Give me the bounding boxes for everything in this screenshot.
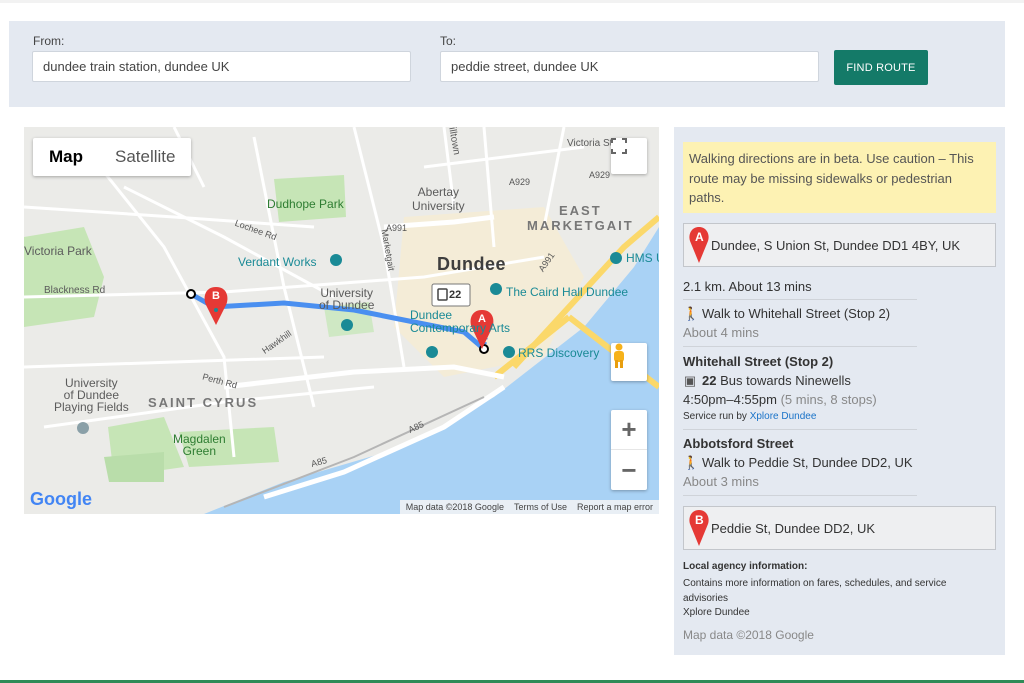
directions-map-data: Map data ©2018 Google xyxy=(683,628,814,642)
bus-detail: (5 mins, 8 stops) xyxy=(780,392,877,407)
label-a929-a: A929 xyxy=(509,177,531,187)
label-dundee: Dundee xyxy=(437,254,507,274)
bus-number: 22 xyxy=(702,373,717,388)
step-walk-1-time: About 4 mins xyxy=(683,325,759,340)
route-summary: 2.1 km. About 13 mins xyxy=(683,279,812,294)
google-logo-text: Google xyxy=(30,489,92,509)
label-verdant-works: Verdant Works xyxy=(238,255,317,269)
divider xyxy=(683,346,917,347)
walk-icon: 🚶 xyxy=(683,306,700,321)
map-data-attribution: Map data ©2018 Google xyxy=(405,502,504,512)
label-dudhope-park: Dudhope Park xyxy=(267,197,344,211)
bus-times: 4:50pm–4:55pm xyxy=(683,392,777,407)
to-input[interactable] xyxy=(440,51,819,82)
zoom-in-button[interactable]: + xyxy=(611,410,647,450)
stop2-title: Abbotsford Street xyxy=(683,436,794,451)
step-walk-2-text: Walk to Peddie St, Dundee DD2, UK xyxy=(702,455,913,470)
service-row: Service run by Xplore Dundee xyxy=(683,411,816,422)
label-magdalen-green: Magdalen Green xyxy=(173,432,226,458)
terms-of-use-link[interactable]: Terms of Use xyxy=(514,502,567,512)
map-footer: Map data ©2018 Google Terms of Use Repor… xyxy=(399,500,659,514)
map-type-map-button[interactable]: Map xyxy=(33,138,99,176)
label-uni-dundee: University of Dundee xyxy=(319,286,375,312)
label-east-marketgait: EAST MARKETGAIT xyxy=(527,203,634,233)
fullscreen-icon[interactable] xyxy=(611,138,647,174)
poi-caird-hall xyxy=(490,283,502,295)
beta-warning: Walking directions are in beta. Use caut… xyxy=(683,142,996,213)
label-dundee-contemporary: Dundee Contemporary Arts xyxy=(410,308,511,335)
label-victoria-st: Victoria St xyxy=(567,138,613,149)
agency-title: Local agency information: xyxy=(683,561,808,572)
poi-contemporary-arts xyxy=(426,346,438,358)
map-canvas xyxy=(24,127,659,514)
poi-playing-fields xyxy=(77,422,89,434)
zoom-out-button[interactable]: − xyxy=(611,450,647,490)
park-playing xyxy=(104,452,164,482)
marker-a-label: A xyxy=(695,230,704,244)
report-map-error-link[interactable]: Report a map error xyxy=(577,502,653,512)
directions-panel: Walking directions are in beta. Use caut… xyxy=(674,127,1005,655)
map[interactable]: Victoria St Hilltown Abertay University … xyxy=(24,127,659,514)
divider xyxy=(683,429,917,430)
poi-university xyxy=(341,319,353,331)
step-walk-2-time: About 3 mins xyxy=(683,474,759,489)
park-victoria xyxy=(24,227,104,327)
step-walk-1[interactable]: 🚶 Walk to Whitehall Street (Stop 2) xyxy=(683,306,890,322)
marker-a-letter: A xyxy=(478,313,486,325)
from-label: From: xyxy=(33,34,65,48)
service-prefix: Service run by xyxy=(683,411,747,422)
map-type-satellite-button[interactable]: Satellite xyxy=(99,138,191,176)
label-abertay: Abertay University xyxy=(412,185,465,213)
bus-times-row: 4:50pm–4:55pm (5 mins, 8 stops) xyxy=(683,392,877,407)
end-location[interactable]: B Peddie St, Dundee DD2, UK xyxy=(683,506,996,550)
route-start-dot xyxy=(186,289,196,299)
bus-icon: ▣ xyxy=(683,373,697,388)
bus-badge-number: 22 xyxy=(449,289,462,301)
from-input[interactable] xyxy=(32,51,411,82)
to-label: To: xyxy=(440,34,457,48)
step-walk-2[interactable]: 🚶 Walk to Peddie St, Dundee DD2, UK xyxy=(683,455,913,471)
start-address: Dundee, S Union St, Dundee DD1 4BY, UK xyxy=(711,237,961,253)
poi-rrs-discovery xyxy=(503,346,515,358)
agency-text: Contains more information on fares, sche… xyxy=(683,578,947,604)
zoom-control: + − xyxy=(611,410,647,490)
label-uni-playing-fields: University of Dundee Playing Fields xyxy=(54,376,129,414)
stop-title: Whitehall Street (Stop 2) xyxy=(683,354,834,369)
start-location[interactable]: A Dundee, S Union St, Dundee DD1 4BY, UK xyxy=(683,223,996,267)
pegman-icon[interactable] xyxy=(611,343,647,381)
label-a929-b: A929 xyxy=(589,170,611,180)
label-saint-cyrus: SAINT CYRUS xyxy=(148,395,259,410)
step-bus[interactable]: ▣ 22 Bus towards Ninewells xyxy=(683,373,851,389)
find-route-button[interactable]: FIND ROUTE xyxy=(834,50,928,85)
end-address: Peddie St, Dundee DD2, UK xyxy=(711,520,876,536)
poi-verdant-works xyxy=(330,254,342,266)
service-operator-link[interactable]: Xplore Dundee xyxy=(750,411,817,422)
label-rrs-discovery: RRS Discovery xyxy=(518,346,600,360)
agency-link[interactable]: Xplore Dundee xyxy=(683,607,750,618)
walk-icon: 🚶 xyxy=(683,455,700,470)
label-hms: HMS U xyxy=(626,251,659,265)
google-logo[interactable]: Google xyxy=(30,489,92,510)
divider xyxy=(683,495,917,496)
marker-b-label: B xyxy=(695,513,704,527)
label-victoria-park: Victoria Park xyxy=(24,244,92,258)
poi-hms xyxy=(610,252,622,264)
top-rule xyxy=(0,0,1024,3)
label-caird-hall: The Caird Hall Dundee xyxy=(506,285,629,299)
divider xyxy=(683,299,917,300)
label-blackness-rd: Blackness Rd xyxy=(44,285,106,296)
step-walk-1-text: Walk to Whitehall Street (Stop 2) xyxy=(702,306,891,321)
bus-text: Bus towards Ninewells xyxy=(720,373,851,388)
marker-b-letter: B xyxy=(212,290,220,302)
map-type-control: Map Satellite xyxy=(33,138,192,176)
search-panel: From: To: FIND ROUTE xyxy=(9,21,1005,107)
